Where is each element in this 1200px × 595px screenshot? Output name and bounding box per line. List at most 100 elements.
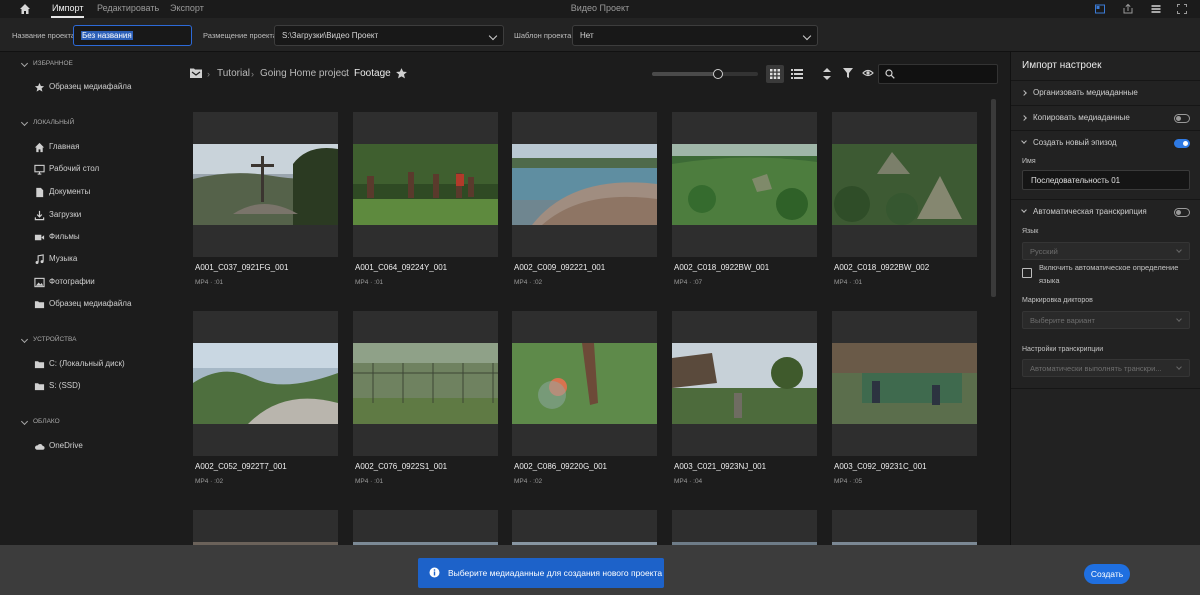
- auto-transcription-toggle[interactable]: [1174, 208, 1190, 217]
- project-location-select[interactable]: S:\Загрузки\Видео Проект: [274, 25, 504, 46]
- language-select[interactable]: Русский: [1022, 242, 1190, 260]
- chevron-down-icon[interactable]: [20, 118, 29, 127]
- copy-media-toggle[interactable]: [1174, 114, 1190, 123]
- auto-detect-language-checkbox[interactable]: [1022, 268, 1032, 278]
- breadcrumb-tutorial[interactable]: Tutorial: [217, 68, 250, 79]
- breadcrumb-going-home[interactable]: Going Home project: [260, 68, 349, 79]
- media-card[interactable]: [193, 112, 338, 257]
- transcription-settings-select[interactable]: Автоматически выполнять транскри...: [1022, 359, 1190, 377]
- media-meta: MP4 · :01: [355, 478, 384, 485]
- media-card[interactable]: [832, 112, 977, 257]
- project-template-label: Шаблон проекта: [514, 31, 572, 40]
- folder-open-icon[interactable]: [189, 67, 203, 79]
- tab-export[interactable]: Экспорт: [170, 3, 204, 13]
- media-card[interactable]: [672, 311, 817, 456]
- speaker-labeling-select[interactable]: Выберите вариант: [1022, 311, 1190, 329]
- new-sequence-label: Создать новый эпизод: [1033, 138, 1117, 147]
- sidebar-item-movies[interactable]: Фильмы: [34, 231, 174, 245]
- grid-view-button[interactable]: [766, 65, 784, 83]
- media-card[interactable]: [193, 311, 338, 456]
- chevron-down-icon: [802, 31, 812, 41]
- media-card[interactable]: [193, 510, 338, 545]
- media-card[interactable]: [353, 112, 498, 257]
- filter-icon[interactable]: [842, 67, 854, 79]
- sidebar-item-photos[interactable]: Фотографии: [34, 276, 174, 290]
- document-icon: [36, 187, 44, 198]
- thumbnail-image: [832, 343, 977, 424]
- star-icon[interactable]: [395, 67, 408, 80]
- project-title: Видео Проект: [570, 3, 630, 13]
- breadcrumb-separator: ›: [251, 69, 254, 79]
- sidebar-item-downloads[interactable]: Загрузки: [34, 209, 174, 223]
- media-card[interactable]: [353, 510, 498, 545]
- auto-transcription-row[interactable]: Автоматическая транскрипция: [1011, 199, 1200, 224]
- chevron-down-icon[interactable]: [20, 417, 29, 426]
- sidebar-item-desktop[interactable]: Рабочий стол: [34, 163, 174, 177]
- eye-icon[interactable]: [862, 68, 874, 78]
- section-favorites-title[interactable]: ИЗБРАННОЕ: [33, 60, 73, 67]
- sidebar-item-drive-s[interactable]: S: (SSD): [34, 380, 174, 394]
- organize-media-row[interactable]: Организовать медиаданные: [1011, 80, 1200, 105]
- new-sequence-row[interactable]: Создать новый эпизод: [1011, 130, 1200, 155]
- sidebar-item-onedrive[interactable]: OneDrive: [34, 440, 174, 454]
- search-input[interactable]: [878, 64, 998, 84]
- sidebar-item-documents[interactable]: Документы: [34, 186, 174, 200]
- sidebar-item-music[interactable]: Музыка: [34, 253, 174, 267]
- media-card[interactable]: [672, 112, 817, 257]
- media-meta: MP4 · :01: [355, 279, 384, 286]
- media-card[interactable]: [512, 510, 657, 545]
- media-card[interactable]: [512, 112, 657, 257]
- project-template-select[interactable]: Нет: [572, 25, 818, 46]
- create-button[interactable]: Создать: [1084, 564, 1130, 584]
- sidebar-item-drive-c[interactable]: C: (Локальный диск): [34, 358, 174, 372]
- media-meta: MP4 · :02: [195, 478, 224, 485]
- sidebar-item-label: Рабочий стол: [49, 164, 100, 173]
- language-label: Язык: [1022, 228, 1039, 235]
- media-card[interactable]: [832, 510, 977, 545]
- project-name-field[interactable]: Без названия: [73, 25, 192, 46]
- home-icon[interactable]: [19, 3, 31, 15]
- thumbnail-image: [193, 343, 338, 424]
- transcription-settings-value: Автоматически выполнять транскри...: [1030, 364, 1162, 373]
- sort-icon[interactable]: [822, 67, 832, 81]
- thumbnail-image: [672, 144, 817, 225]
- sidebar-item-sample-media[interactable]: Образец медиафайла: [34, 81, 174, 95]
- tab-import[interactable]: Импорт: [52, 3, 83, 13]
- fullscreen-icon[interactable]: [1176, 3, 1188, 15]
- scrollbar[interactable]: [991, 99, 996, 297]
- media-card[interactable]: [672, 510, 817, 545]
- workspace-icon[interactable]: [1094, 3, 1106, 15]
- media-card[interactable]: [353, 311, 498, 456]
- media-name: A003_C092_09231C_001: [834, 462, 927, 471]
- sequence-name-value: Последовательность 01: [1031, 176, 1121, 185]
- media-card[interactable]: [832, 311, 977, 456]
- sidebar-item-sample-media-folder[interactable]: Образец медиафайла: [34, 298, 174, 312]
- copy-media-row[interactable]: Копировать медиаданные: [1011, 105, 1200, 130]
- menu-icon[interactable]: [1150, 3, 1162, 15]
- thumbnail-image: [353, 144, 498, 225]
- share-icon[interactable]: [1122, 3, 1134, 15]
- list-view-icon[interactable]: [791, 68, 803, 80]
- media-card[interactable]: [512, 311, 657, 456]
- sequence-name-input[interactable]: Последовательность 01: [1022, 170, 1190, 190]
- sidebar-item-home[interactable]: Главная: [34, 141, 174, 155]
- chevron-down-icon[interactable]: [20, 59, 29, 68]
- bottom-bar: Выберите медиаданные для создания нового…: [0, 545, 1200, 595]
- section-local-title[interactable]: ЛОКАЛЬНЫЙ: [33, 119, 74, 126]
- tab-edit[interactable]: Редактировать: [97, 3, 159, 13]
- chevron-down-icon: [1021, 207, 1027, 213]
- media-meta: MP4 · :07: [674, 279, 703, 286]
- sidebar-item-label: Загрузки: [49, 210, 82, 219]
- media-name: A002_C018_0922BW_001: [674, 263, 770, 272]
- new-sequence-toggle[interactable]: [1174, 139, 1190, 148]
- language-value: Русский: [1030, 247, 1058, 256]
- slider-handle[interactable]: [713, 69, 723, 79]
- section-devices-title[interactable]: УСТРОЙСТВА: [33, 336, 76, 343]
- section-cloud-title[interactable]: ОБЛАКО: [33, 418, 60, 425]
- search-icon: [885, 69, 895, 79]
- sidebar-item-label: OneDrive: [49, 441, 83, 450]
- info-icon: [429, 567, 440, 578]
- breadcrumb-footage[interactable]: Footage: [354, 68, 391, 79]
- media-meta: MP4 · :04: [674, 478, 703, 485]
- chevron-down-icon[interactable]: [20, 335, 29, 344]
